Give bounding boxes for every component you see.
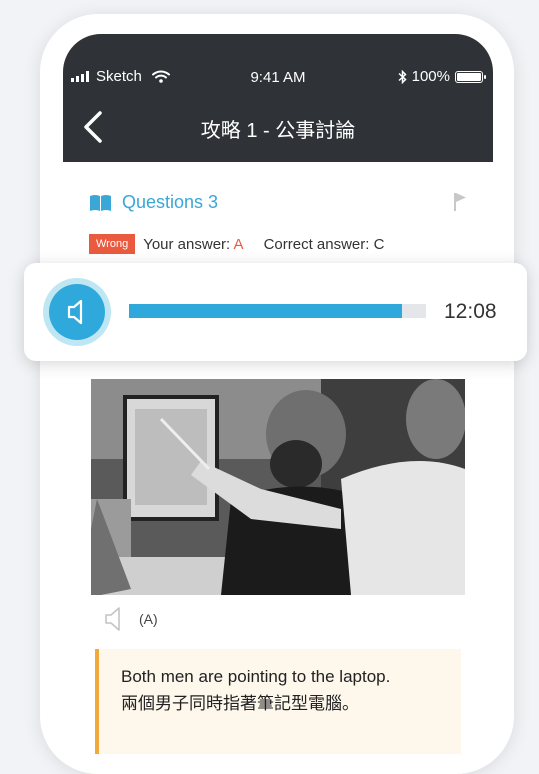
- question-number: Questions 3: [122, 192, 219, 212]
- audio-elapsed-time: 12:08: [444, 300, 497, 323]
- flag-icon[interactable]: [453, 192, 467, 212]
- your-answer: Your answer: A: [143, 235, 244, 253]
- audio-progress-track[interactable]: [129, 304, 426, 318]
- speaker-icon[interactable]: [103, 606, 127, 632]
- nav-bar: 攻略 1 - 公事討論: [63, 90, 493, 162]
- book-icon: [90, 194, 111, 211]
- option-label: (A): [139, 611, 158, 627]
- option-a[interactable]: (A): [103, 606, 158, 632]
- battery-percent: 100%: [411, 68, 450, 85]
- app-screen: Sketch 9:41 AM 100% 攻略 1 - 公事討論 Question…: [63, 34, 493, 754]
- audio-player: 12:08: [24, 263, 527, 361]
- question-header: Questions 3 Wrong Your answer: A Correct…: [63, 162, 493, 262]
- answer-english: Both men are pointing to the laptop.: [121, 667, 391, 686]
- answer-explanation: Both men are pointing to the laptop. 兩個男…: [95, 649, 461, 754]
- bluetooth-icon: [398, 69, 407, 84]
- answer-chinese: 兩個男子同時指著筆記型電腦。: [121, 694, 359, 713]
- correct-answer: Correct answer: C: [263, 235, 385, 253]
- wrong-badge: Wrong: [89, 234, 136, 254]
- page-title: 攻略 1 - 公事討論: [200, 120, 356, 142]
- audio-progress-fill: [129, 304, 403, 318]
- play-button[interactable]: [43, 278, 111, 346]
- battery-icon: [455, 70, 486, 83]
- question-photo: [91, 379, 465, 595]
- status-bar: Sketch 9:41 AM 100%: [63, 34, 493, 90]
- speaker-icon: [67, 299, 83, 325]
- answer-summary: Wrong Your answer: A Correct answer: C: [89, 234, 384, 254]
